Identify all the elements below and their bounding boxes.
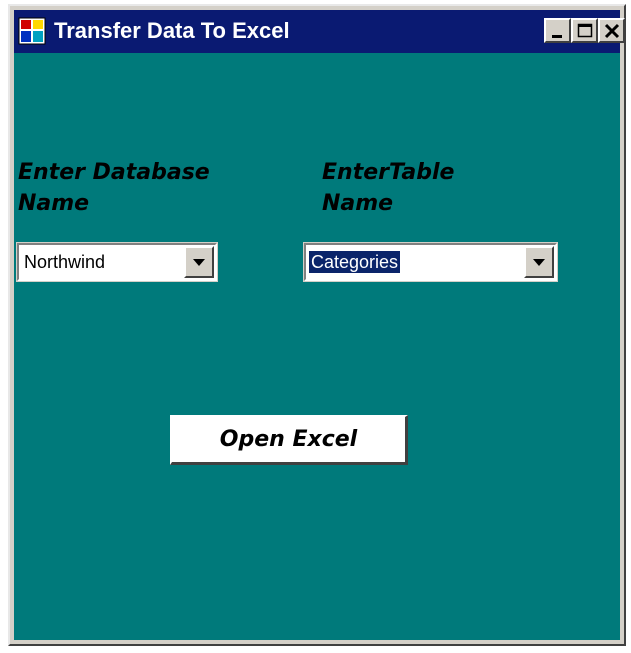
close-icon [604,23,620,39]
chevron-down-icon [193,259,205,266]
table-combo-dropdown-button[interactable] [524,246,554,278]
database-combo-value: Northwind [24,252,106,272]
database-combo[interactable]: Northwind [16,242,218,282]
minimize-button[interactable] [544,18,571,43]
database-combo-dropdown-button[interactable] [184,246,214,278]
open-excel-button[interactable]: Open Excel [170,415,408,465]
table-combo[interactable]: Categories [303,242,558,282]
title-bar[interactable]: Transfer Data To Excel [14,10,625,53]
form-client-area: Enter Database Name EnterTable Name Nort… [14,53,620,640]
maximize-icon [577,23,593,38]
table-combo-value: Categories [307,250,402,274]
app-window: Transfer Data To Excel Enter Database Na… [8,4,626,646]
app-window-icon [18,17,46,45]
database-name-label: Enter Database Name [18,160,210,216]
minimize-icon [552,35,562,38]
close-button[interactable] [598,18,625,43]
table-name-label: EnterTable Name [322,160,455,216]
window-title: Transfer Data To Excel [54,18,290,43]
maximize-button[interactable] [571,18,598,43]
chevron-down-icon [533,259,545,266]
